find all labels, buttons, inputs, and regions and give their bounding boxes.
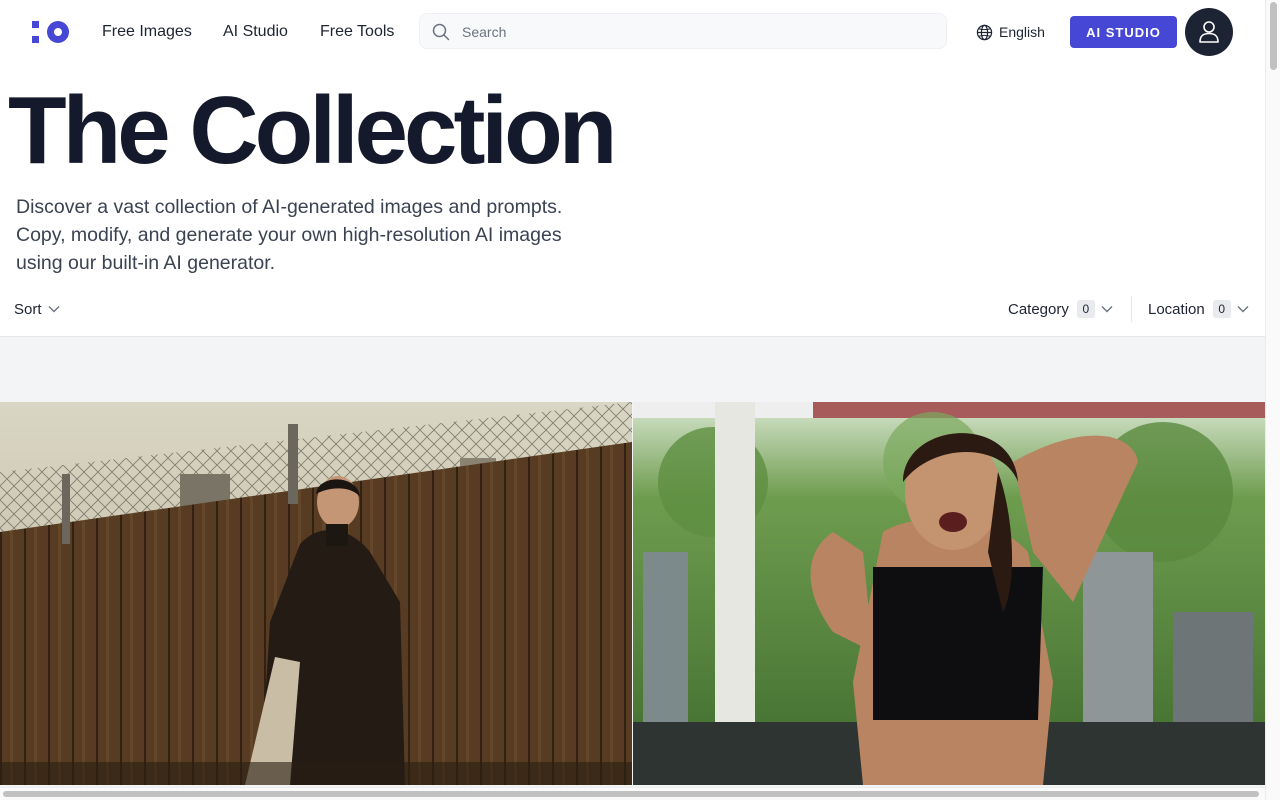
language-selector[interactable]: English — [976, 22, 1045, 42]
sort-dropdown[interactable]: Sort — [14, 298, 60, 320]
nav-ai-studio[interactable]: AI Studio — [223, 21, 288, 43]
user-avatar-button[interactable] — [1185, 8, 1233, 56]
chevron-down-icon — [48, 306, 60, 313]
chevron-down-icon — [1101, 306, 1113, 313]
page-title: The Collection — [8, 77, 617, 184]
horizontal-scrollbar[interactable] — [0, 787, 1265, 800]
horizontal-scroll-thumb[interactable] — [3, 791, 1259, 797]
ai-studio-button[interactable]: AI STUDIO — [1070, 16, 1177, 48]
vertical-scrollbar[interactable] — [1265, 0, 1280, 800]
location-label: Location — [1148, 300, 1205, 318]
sort-label: Sort — [14, 300, 42, 318]
filter-divider — [1131, 296, 1132, 322]
image-card[interactable] — [0, 402, 632, 785]
search-bar — [419, 13, 947, 50]
image-card[interactable] — [633, 402, 1265, 785]
photo-woman-gym — [633, 402, 1265, 785]
logo-icon[interactable] — [32, 20, 70, 44]
photo-man-by-fence — [0, 402, 632, 785]
user-icon — [1199, 21, 1219, 43]
location-dropdown[interactable]: Location 0 — [1148, 298, 1249, 320]
category-count-badge: 0 — [1076, 300, 1095, 318]
chevron-down-icon — [1237, 306, 1249, 313]
top-nav-bar: Free Images AI Studio Free Tools English… — [0, 0, 1265, 64]
language-label: English — [999, 24, 1045, 40]
search-input[interactable] — [460, 14, 934, 50]
page-description: Discover a vast collection of AI-generat… — [16, 196, 563, 274]
nav-free-tools[interactable]: Free Tools — [320, 21, 394, 43]
category-label: Category — [1008, 300, 1069, 318]
location-count-badge: 0 — [1212, 300, 1231, 318]
search-icon — [432, 23, 450, 41]
category-dropdown[interactable]: Category 0 — [1008, 298, 1113, 320]
vertical-scroll-thumb[interactable] — [1270, 2, 1277, 70]
nav-free-images[interactable]: Free Images — [102, 21, 192, 43]
globe-icon — [976, 24, 993, 40]
